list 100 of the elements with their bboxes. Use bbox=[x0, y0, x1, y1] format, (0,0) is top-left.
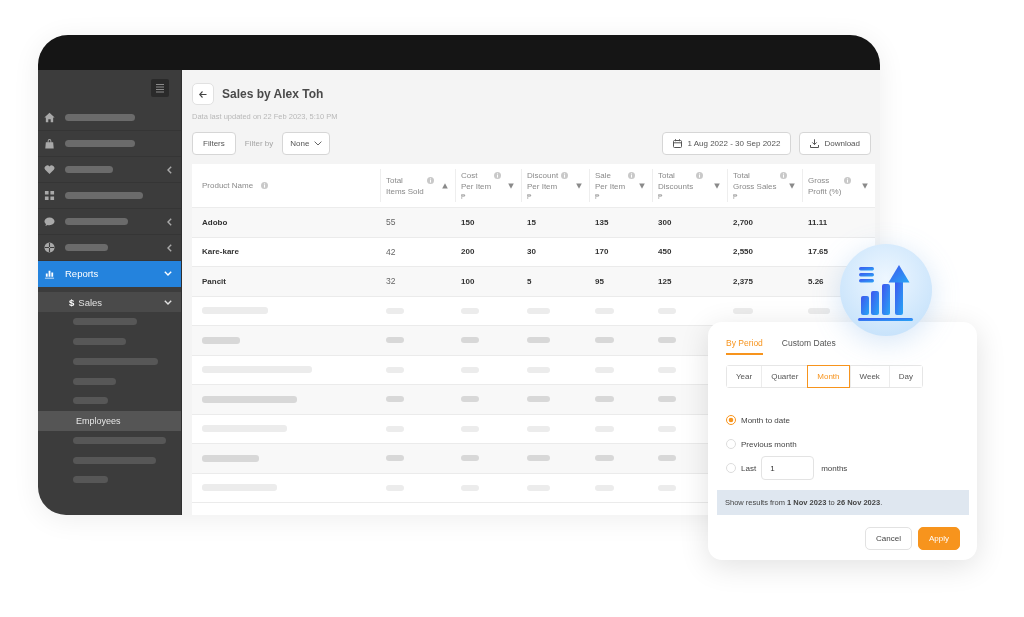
placeholder-bar bbox=[527, 396, 550, 403]
table-cell-text: 11.11 bbox=[807, 216, 829, 229]
arrow-left-icon bbox=[199, 90, 207, 98]
table-cell-text: Pancit bbox=[201, 275, 227, 288]
sort-icon[interactable] bbox=[442, 182, 448, 189]
page-title: Sales by Alex Toh bbox=[222, 87, 324, 101]
table-cell-text: 125 bbox=[657, 275, 673, 288]
placeholder-bar bbox=[73, 318, 137, 326]
table-cell-text: 100 bbox=[460, 275, 476, 288]
sort-icon[interactable] bbox=[789, 182, 795, 189]
grid-icon bbox=[44, 190, 55, 201]
table-cell-text: 5.26 bbox=[807, 275, 825, 288]
sort-icon[interactable] bbox=[508, 182, 514, 189]
download-button[interactable]: Download bbox=[799, 132, 871, 155]
globe-icon bbox=[44, 242, 55, 253]
column-header: Total Discounts bbox=[658, 170, 694, 192]
sort-icon[interactable] bbox=[576, 182, 582, 189]
sidebar-item[interactable]: Employees bbox=[38, 410, 181, 431]
info-icon[interactable] bbox=[261, 182, 269, 189]
column-header: Gross Profit (%) bbox=[808, 174, 842, 197]
placeholder-bar bbox=[658, 337, 676, 344]
cancel-button[interactable]: Cancel bbox=[865, 527, 912, 550]
radio-button[interactable] bbox=[726, 439, 736, 449]
info-icon[interactable] bbox=[779, 172, 787, 179]
bar-chart-icon bbox=[44, 268, 55, 279]
option-label: Previous month bbox=[741, 439, 797, 449]
radio-button[interactable] bbox=[726, 463, 736, 473]
date-range-button[interactable]: 1 Aug 2022 - 30 Sep 2022 bbox=[662, 132, 792, 155]
placeholder-bar bbox=[808, 307, 830, 314]
placeholder-bar bbox=[65, 244, 108, 251]
placeholder-bar bbox=[65, 218, 128, 225]
column-header: Sale Per Item bbox=[595, 170, 626, 192]
table-cell-text: 2,375 bbox=[732, 275, 755, 288]
placeholder-bar bbox=[461, 455, 479, 462]
unit-label: months bbox=[821, 463, 848, 473]
sort-icon[interactable] bbox=[639, 182, 645, 189]
placeholder-bar bbox=[595, 396, 614, 403]
table-cell-text: 150 bbox=[460, 216, 476, 229]
back-button[interactable] bbox=[192, 83, 214, 105]
info-icon[interactable] bbox=[561, 172, 569, 179]
filter-label: Filter by bbox=[244, 139, 274, 148]
table-cell-text: 30 bbox=[526, 246, 537, 259]
sort-icon[interactable] bbox=[714, 182, 720, 189]
placeholder-bar bbox=[386, 455, 404, 462]
option-label: Month to date bbox=[741, 415, 790, 425]
sidebar-item[interactable]: Reports bbox=[38, 261, 181, 287]
table-cell-text: 42 bbox=[385, 245, 397, 259]
table-cell-text: 450 bbox=[657, 246, 673, 259]
period-option[interactable]: Day bbox=[888, 366, 923, 387]
tab[interactable]: Custom Dates bbox=[781, 333, 836, 355]
table-cell-text: 2,550 bbox=[732, 246, 755, 259]
table-cell-text: 170 bbox=[594, 246, 610, 259]
table-cell-text: 135 bbox=[594, 216, 610, 229]
placeholder-bar bbox=[527, 455, 550, 462]
sort-icon[interactable] bbox=[862, 182, 868, 189]
column-header: Total Items Sold bbox=[386, 174, 424, 197]
table-cell-text: 15 bbox=[526, 216, 537, 229]
heart-icon bbox=[44, 164, 55, 175]
sidebar-item[interactable]: $ Sales bbox=[38, 292, 181, 312]
growth-chart-icon bbox=[840, 244, 932, 336]
placeholder-bar bbox=[73, 397, 108, 405]
calendar-icon bbox=[673, 139, 683, 148]
placeholder-bar bbox=[658, 455, 676, 462]
info-icon[interactable] bbox=[696, 172, 704, 179]
placeholder-bar bbox=[461, 337, 479, 344]
chevron-icon bbox=[314, 141, 323, 146]
column-header: Discount Per Item bbox=[527, 170, 559, 192]
menu-icon[interactable] bbox=[151, 78, 169, 97]
info-icon[interactable] bbox=[426, 176, 434, 184]
placeholder-bar bbox=[595, 455, 614, 462]
placeholder-bar bbox=[73, 377, 116, 385]
placeholder-bar bbox=[65, 114, 135, 121]
placeholder-bar bbox=[73, 338, 126, 346]
number-field[interactable]: 1 bbox=[761, 456, 815, 480]
table-cell-text: 5 bbox=[526, 275, 533, 288]
table-cell-text: 32 bbox=[385, 275, 397, 289]
info-icon[interactable] bbox=[844, 176, 852, 184]
table-cell-text: 55 bbox=[385, 216, 397, 230]
radio-button[interactable] bbox=[726, 415, 736, 425]
placeholder-bar bbox=[527, 337, 550, 344]
info-icon[interactable] bbox=[494, 172, 502, 179]
option-label: Last bbox=[741, 463, 757, 473]
filters-button[interactable]: Filters bbox=[192, 132, 236, 155]
placeholder-bar bbox=[386, 396, 404, 403]
filter-dropdown[interactable]: None bbox=[282, 132, 331, 155]
info-icon[interactable] bbox=[628, 172, 636, 179]
placeholder-bar bbox=[202, 336, 240, 344]
table-cell-text: 17.65 bbox=[807, 246, 830, 259]
placeholder-bar bbox=[386, 337, 404, 344]
bag-icon bbox=[44, 138, 55, 149]
download-icon bbox=[810, 139, 820, 148]
placeholder-bar bbox=[658, 396, 676, 403]
table-cell-text: 2,700 bbox=[732, 216, 755, 229]
column-header: Total Gross Sales bbox=[733, 170, 777, 192]
placeholder-bar bbox=[595, 337, 614, 344]
placeholder-bar bbox=[73, 476, 108, 484]
table-cell-text: 200 bbox=[460, 246, 476, 259]
table-cell-text: Adobo bbox=[201, 216, 229, 229]
table-cell-text: Kare-kare bbox=[201, 246, 240, 259]
placeholder-bar bbox=[461, 396, 479, 403]
